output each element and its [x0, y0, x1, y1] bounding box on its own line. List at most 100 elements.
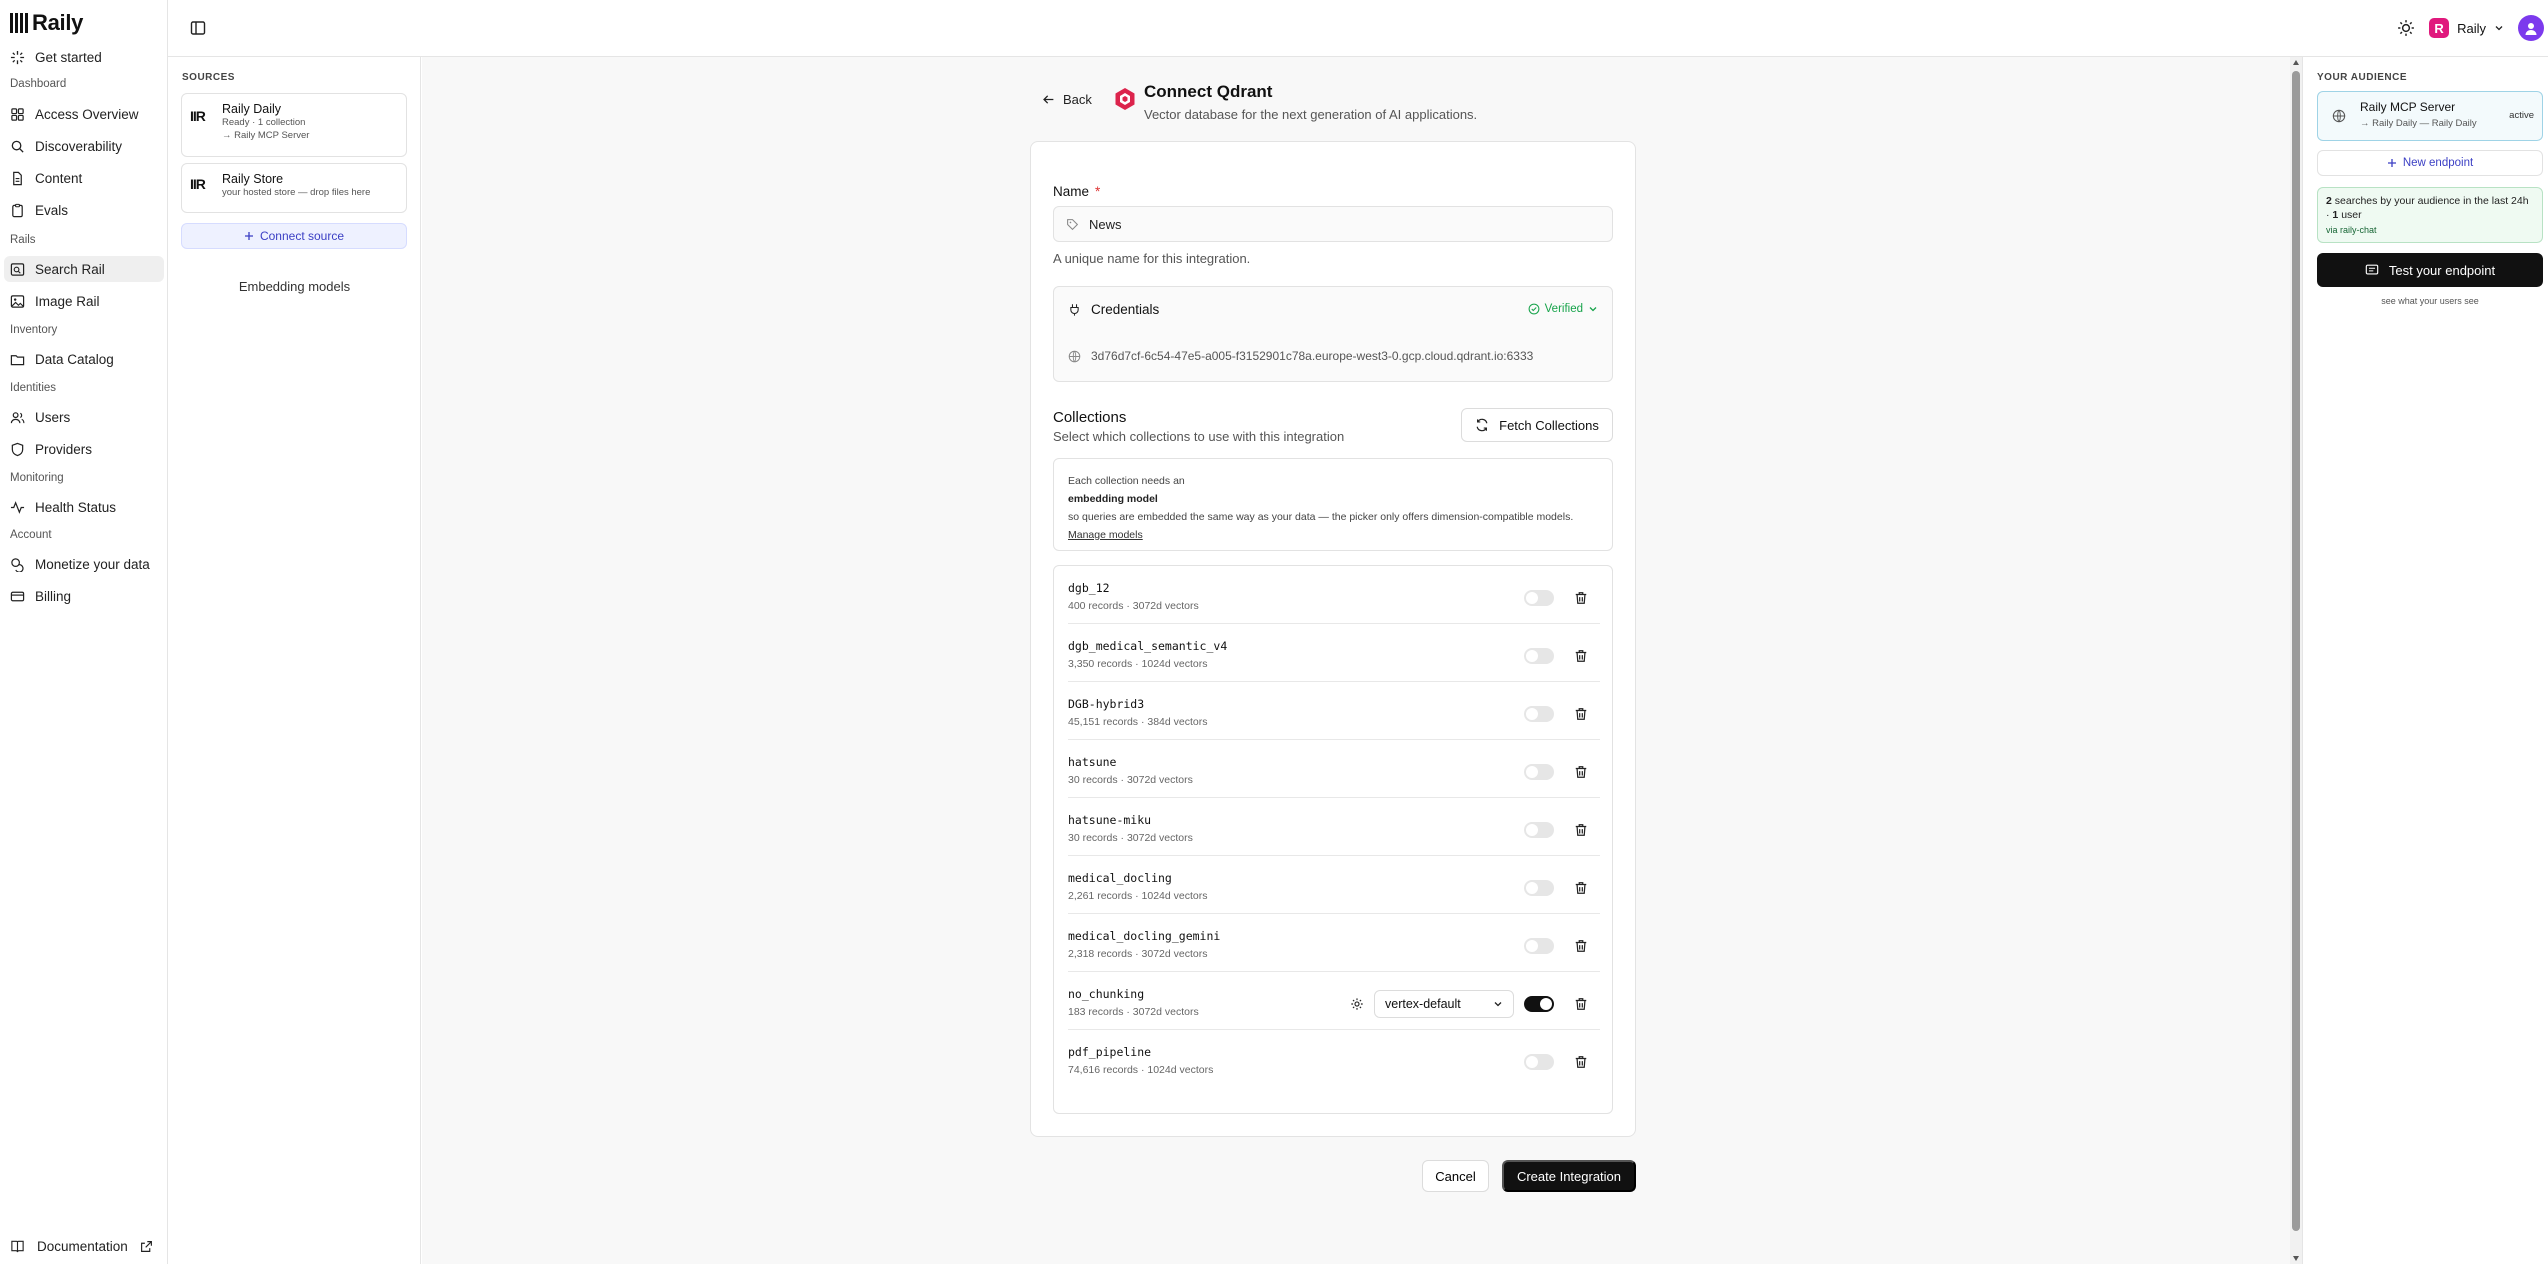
- sources-title: SOURCES: [182, 72, 235, 83]
- trash-icon[interactable]: [1574, 881, 1588, 895]
- trash-icon[interactable]: [1574, 649, 1588, 663]
- gear-icon[interactable]: [1350, 997, 1364, 1011]
- globe-icon: [2332, 109, 2346, 123]
- collection-meta: 30 records · 3072d vectors: [1068, 832, 1193, 844]
- embedding-models-link[interactable]: Embedding models: [168, 279, 421, 294]
- fetch-collections-button[interactable]: Fetch Collections: [1461, 408, 1613, 442]
- scroll-up-arrow-icon[interactable]: [2293, 60, 2299, 65]
- collection-row: hatsune 30 records · 3072d vectors: [1068, 740, 1600, 798]
- nav-label: Image Rail: [35, 293, 100, 309]
- sun-icon[interactable]: [2397, 19, 2415, 37]
- endpoint-card[interactable]: Raily MCP Server → Raily Daily — Raily D…: [2317, 91, 2543, 141]
- collection-meta: 30 records · 3072d vectors: [1068, 774, 1193, 786]
- nav-providers[interactable]: Providers: [0, 436, 160, 462]
- trash-icon[interactable]: [1574, 591, 1588, 605]
- collection-row: dgb_medical_semantic_v4 3,350 records · …: [1068, 624, 1600, 682]
- nav-evals[interactable]: Evals: [0, 197, 160, 223]
- nav-image-rail[interactable]: Image Rail: [0, 288, 160, 314]
- test-endpoint-button[interactable]: Test your endpoint: [2317, 253, 2543, 287]
- arrow-left-icon: [1043, 95, 1054, 104]
- collection-toggle[interactable]: [1524, 1054, 1554, 1070]
- scroll-down-arrow-icon[interactable]: [2293, 1256, 2299, 1261]
- top-bar: R Raily: [168, 0, 2548, 57]
- source-card[interactable]: IIR Raily Daily Ready · 1 collection → R…: [181, 93, 407, 157]
- main-scrollbar[interactable]: [2290, 57, 2302, 1264]
- collection-toggle[interactable]: [1524, 822, 1554, 838]
- clipboard-icon: [12, 203, 23, 217]
- trash-icon[interactable]: [1574, 707, 1588, 721]
- nav-users[interactable]: Users: [0, 404, 160, 430]
- collection-toggle[interactable]: [1524, 590, 1554, 606]
- nav-label: Billing: [35, 588, 72, 604]
- verified-badge[interactable]: Verified: [1528, 303, 1598, 315]
- sidebar-toggle-icon[interactable]: [190, 20, 206, 36]
- trash-icon[interactable]: [1574, 823, 1588, 837]
- logo-bars-icon: [10, 13, 28, 33]
- credentials-header[interactable]: Credentials: [1068, 302, 1159, 317]
- grid-icon: [11, 107, 24, 121]
- collection-toggle[interactable]: [1524, 648, 1554, 664]
- globe-icon: [1068, 350, 1081, 362]
- trash-icon[interactable]: [1574, 997, 1588, 1011]
- searches-text: 2 searches by your audience in the last …: [2326, 194, 2534, 222]
- collections-subtitle: Select which collections to use with thi…: [1053, 429, 1345, 444]
- trash-icon[interactable]: [1574, 765, 1588, 779]
- nav-monetize[interactable]: Monetize your data: [0, 551, 160, 577]
- collection-meta: 183 records · 3072d vectors: [1068, 1006, 1199, 1018]
- user-avatar[interactable]: [2518, 15, 2544, 41]
- collection-toggle[interactable]: [1524, 706, 1554, 722]
- connect-source-button[interactable]: Connect source: [181, 223, 407, 249]
- name-input[interactable]: News: [1053, 206, 1613, 242]
- nav-billing[interactable]: Billing: [0, 583, 160, 609]
- source-logo-icon: IIR: [190, 176, 206, 192]
- org-switcher[interactable]: R Raily: [2429, 18, 2504, 38]
- nav-label: Get started: [35, 49, 102, 65]
- nav-data-catalog[interactable]: Data Catalog: [0, 346, 160, 372]
- nav-label: Search Rail: [35, 261, 105, 277]
- collection-name: medical_docling_gemini: [1068, 929, 1221, 943]
- nav-content[interactable]: Content: [0, 165, 160, 191]
- collection-row: medical_docling 2,261 records · 1024d ve…: [1068, 856, 1600, 914]
- new-endpoint-button[interactable]: New endpoint: [2317, 150, 2543, 176]
- cancel-button[interactable]: Cancel: [1422, 1160, 1489, 1192]
- collection-name: medical_docling: [1068, 871, 1172, 885]
- embedding-model-select[interactable]: vertex-default: [1374, 990, 1514, 1018]
- source-card[interactable]: IIR Raily Store your hosted store — drop…: [181, 163, 407, 213]
- collection-toggle[interactable]: [1524, 764, 1554, 780]
- nav-access-overview[interactable]: Access Overview: [0, 101, 160, 127]
- manage-models-link[interactable]: Manage models: [1068, 526, 1598, 544]
- name-label: Name *: [1053, 184, 1100, 199]
- trash-icon[interactable]: [1574, 1055, 1588, 1069]
- name-label-text: Name: [1053, 184, 1090, 199]
- new-endpoint-label: New endpoint: [2402, 157, 2474, 169]
- create-integration-button[interactable]: Create Integration: [1502, 1160, 1636, 1192]
- collection-toggle[interactable]: [1524, 938, 1554, 954]
- scroll-thumb[interactable]: [2292, 71, 2300, 1231]
- collection-toggle[interactable]: [1524, 880, 1554, 896]
- nav-search-rail[interactable]: Search Rail: [4, 256, 164, 282]
- trash-icon[interactable]: [1574, 939, 1588, 953]
- external-link-icon: [140, 1241, 152, 1252]
- search-icon: [11, 140, 24, 153]
- name-help-text: A unique name for this integration.: [1053, 251, 1251, 266]
- collection-toggle[interactable]: [1524, 996, 1554, 1012]
- chevron-down-icon: [1589, 307, 1597, 312]
- endpoint-status-badge: active: [2509, 110, 2534, 121]
- nav-health-status[interactable]: Health Status: [0, 494, 160, 520]
- back-button[interactable]: Back: [1042, 92, 1092, 107]
- refresh-icon: [1476, 418, 1488, 432]
- source-name: Raily Store: [222, 172, 284, 186]
- nav-get-started[interactable]: Get started: [0, 44, 160, 70]
- search-rail-icon: [10, 262, 25, 276]
- nav-discoverability[interactable]: Discoverability: [0, 133, 160, 159]
- top-right-controls: R Raily: [2397, 15, 2544, 41]
- credit-card-icon: [10, 591, 25, 601]
- documentation-label: Documentation: [37, 1239, 128, 1254]
- endpoint-source: → Raily Daily — Raily Daily: [2360, 118, 2477, 129]
- raily-logo[interactable]: Raily: [10, 10, 83, 36]
- audience-panel: YOUR AUDIENCE Raily MCP Server → Raily D…: [2302, 57, 2548, 1264]
- embedding-model-value: vertex-default: [1385, 997, 1461, 1011]
- connect-source-label: Connect source: [259, 229, 345, 243]
- test-endpoint-subtext: see what your users see: [2381, 296, 2479, 306]
- documentation-link[interactable]: Documentation: [10, 1239, 153, 1254]
